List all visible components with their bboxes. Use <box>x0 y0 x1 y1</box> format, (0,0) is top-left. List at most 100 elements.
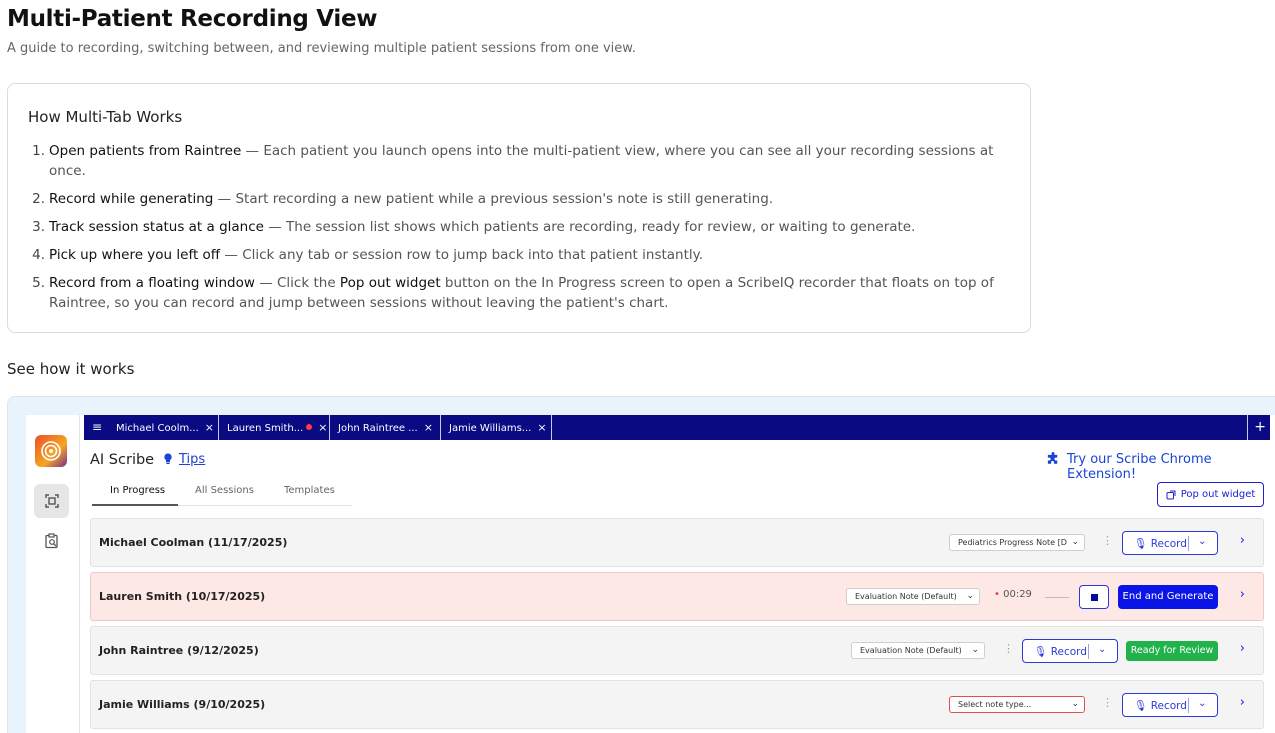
note-type-select[interactable]: Select note type... ⌄ <box>949 696 1085 713</box>
chevron-right-icon[interactable]: › <box>1240 587 1245 602</box>
patient-name: John Raintree (9/12/2025) <box>99 644 259 657</box>
patient-tab[interactable]: Michael Coolm... × <box>108 415 219 440</box>
patient-tab-bar: ≡ Michael Coolm... × Lauren Smith... × Joh… <box>80 415 1270 440</box>
patient-tab[interactable]: John Raintree ... × <box>330 415 441 440</box>
tab-label: Jamie Williams... <box>449 423 532 434</box>
recording-dot-icon <box>306 424 313 430</box>
record-button[interactable]: 🎙︎ Record ⌄ <box>1122 693 1218 717</box>
chevron-down-icon: ⌄ <box>1071 537 1079 547</box>
step-item: 1. Open patients from Raintree — Each pat… <box>28 141 1018 181</box>
step-lead: Record from a floating window <box>49 275 255 291</box>
patient-name: Jamie Williams (9/10/2025) <box>99 698 266 711</box>
lightbulb-icon <box>161 451 175 470</box>
note-type-value: Select note type... <box>958 700 1032 709</box>
patient-tab[interactable]: Lauren Smith... × <box>219 415 330 440</box>
chevron-down-icon: ⌄ <box>1071 699 1079 709</box>
steps-list: 1. Open patients from Raintree — Each pat… <box>28 141 1018 321</box>
timer-value: 00:29 <box>1003 589 1032 600</box>
step-item: 5. Record from a floating window — Click … <box>28 273 1018 313</box>
close-icon[interactable]: × <box>205 421 214 434</box>
note-type-select[interactable]: Pediatrics Progress Note [D ⌄ <box>949 534 1085 551</box>
chrome-extension-link[interactable]: Try our Scribe Chrome Extension! <box>1067 452 1275 482</box>
ready-for-review-badge[interactable]: Ready for Review <box>1126 641 1218 661</box>
recording-dot-icon: • <box>994 589 1000 600</box>
step-number: 2. <box>32 191 45 207</box>
close-icon[interactable]: × <box>424 421 433 434</box>
session-row-recording[interactable]: Lauren Smith (10/17/2025) Evaluation Not… <box>90 572 1264 621</box>
patient-name: Lauren Smith (10/17/2025) <box>99 590 266 603</box>
step-number: 5. <box>32 275 45 291</box>
step-number: 4. <box>32 247 45 263</box>
how-it-works-title: How Multi-Tab Works <box>28 108 183 126</box>
scan-icon[interactable] <box>34 484 69 518</box>
patient-tab[interactable]: Jamie Williams... × <box>441 415 552 440</box>
step-emphasis: Pop out widget <box>339 275 441 291</box>
page-title: Multi-Patient Recording View <box>7 6 378 32</box>
page-subtitle: A guide to recording, switching between,… <box>7 41 636 56</box>
tab-in-progress[interactable]: In Progress <box>110 485 165 496</box>
chevron-down-icon[interactable]: ⌄ <box>1198 698 1206 709</box>
step-item: 4. Pick up where you left off — Click any… <box>28 245 1018 265</box>
recording-timer: • 00:29 <box>994 589 1032 600</box>
divider <box>1188 536 1189 551</box>
session-row[interactable]: Jamie Williams (9/10/2025) Select note t… <box>90 680 1264 729</box>
step-text: — The session list shows which patients … <box>263 219 916 235</box>
record-button[interactable]: 🎙︎ Record ⌄ <box>1022 639 1118 663</box>
step-lead: Record while generating <box>49 191 214 207</box>
note-type-value: Evaluation Note (Default) <box>860 646 962 655</box>
clipboard-search-icon[interactable] <box>34 524 69 558</box>
step-item: 2. Record while generating — Start record… <box>28 189 1018 209</box>
menu-icon[interactable]: ≡ <box>88 419 106 437</box>
step-text: — Start recording a new patient while a … <box>213 191 774 207</box>
more-options-icon[interactable]: ⋮ <box>1102 696 1113 709</box>
tab-label: John Raintree ... <box>338 423 418 434</box>
session-row[interactable]: John Raintree (9/12/2025) Evaluation Not… <box>90 626 1264 675</box>
chevron-down-icon: ⌄ <box>966 591 974 601</box>
more-options-icon[interactable]: ⋮ <box>1102 534 1113 547</box>
chevron-down-icon[interactable]: ⌄ <box>1198 536 1206 547</box>
tips-link[interactable]: Tips <box>179 452 205 467</box>
app-title: AI Scribe <box>90 452 155 468</box>
chevron-right-icon[interactable]: › <box>1240 695 1245 710</box>
close-icon[interactable]: × <box>318 421 327 434</box>
see-how-heading: See how it works <box>7 360 135 378</box>
demo-screenshot-frame: ≡ Michael Coolm... × Lauren Smith... × Joh… <box>7 396 1275 733</box>
step-item: 3. Track session status at a glance — The… <box>28 217 1018 237</box>
chevron-down-icon[interactable]: ⌄ <box>1098 644 1106 655</box>
mic-icon: 🎙︎ <box>1134 538 1148 550</box>
popout-label: Pop out widget <box>1180 489 1256 500</box>
add-tab-button[interactable]: + <box>1247 415 1266 440</box>
puzzle-icon <box>1046 452 1061 471</box>
mic-icon: 🎙︎ <box>1034 646 1048 658</box>
note-type-value: Pediatrics Progress Note [D <box>958 538 1067 547</box>
pop-out-widget-button[interactable]: Pop out widget <box>1157 482 1264 507</box>
step-text: — Click the <box>254 275 340 291</box>
subtab-bar: In Progress All Sessions Templates <box>92 479 352 506</box>
step-number: 3. <box>32 219 45 235</box>
step-lead: Track session status at a glance <box>49 219 264 235</box>
more-options-icon[interactable]: ⋮ <box>1003 642 1014 655</box>
stop-icon <box>1091 594 1098 601</box>
demo-app: ≡ Michael Coolm... × Lauren Smith... × Joh… <box>26 415 1275 733</box>
popout-icon <box>1166 490 1176 499</box>
tab-all-sessions[interactable]: All Sessions <box>195 485 254 496</box>
note-type-value: Evaluation Note (Default) <box>855 592 957 601</box>
record-button[interactable]: 🎙︎ Record ⌄ <box>1122 531 1218 555</box>
step-text: — Click any tab or session row to jump b… <box>220 247 704 263</box>
tab-label: Lauren Smith... <box>227 423 304 434</box>
end-and-generate-button[interactable]: End and Generate <box>1118 585 1218 609</box>
note-type-select[interactable]: Evaluation Note (Default) ⌄ <box>846 588 980 605</box>
note-type-select[interactable]: Evaluation Note (Default) ⌄ <box>851 642 985 659</box>
session-row[interactable]: Michael Coolman (11/17/2025) Pediatrics … <box>90 518 1264 567</box>
stop-button[interactable] <box>1079 585 1109 609</box>
chevron-right-icon[interactable]: › <box>1240 533 1245 548</box>
active-tab-indicator <box>92 504 178 506</box>
chevron-right-icon[interactable]: › <box>1240 641 1245 656</box>
close-icon[interactable]: × <box>537 421 546 434</box>
tab-templates[interactable]: Templates <box>284 485 335 496</box>
record-label: Record <box>1050 646 1087 658</box>
how-it-works-card: How Multi-Tab Works 1. Open patients from… <box>7 83 1031 333</box>
chevron-down-icon: ⌄ <box>971 645 979 655</box>
step-lead: Open patients from Raintree <box>49 143 242 159</box>
record-label: Record <box>1150 700 1187 712</box>
